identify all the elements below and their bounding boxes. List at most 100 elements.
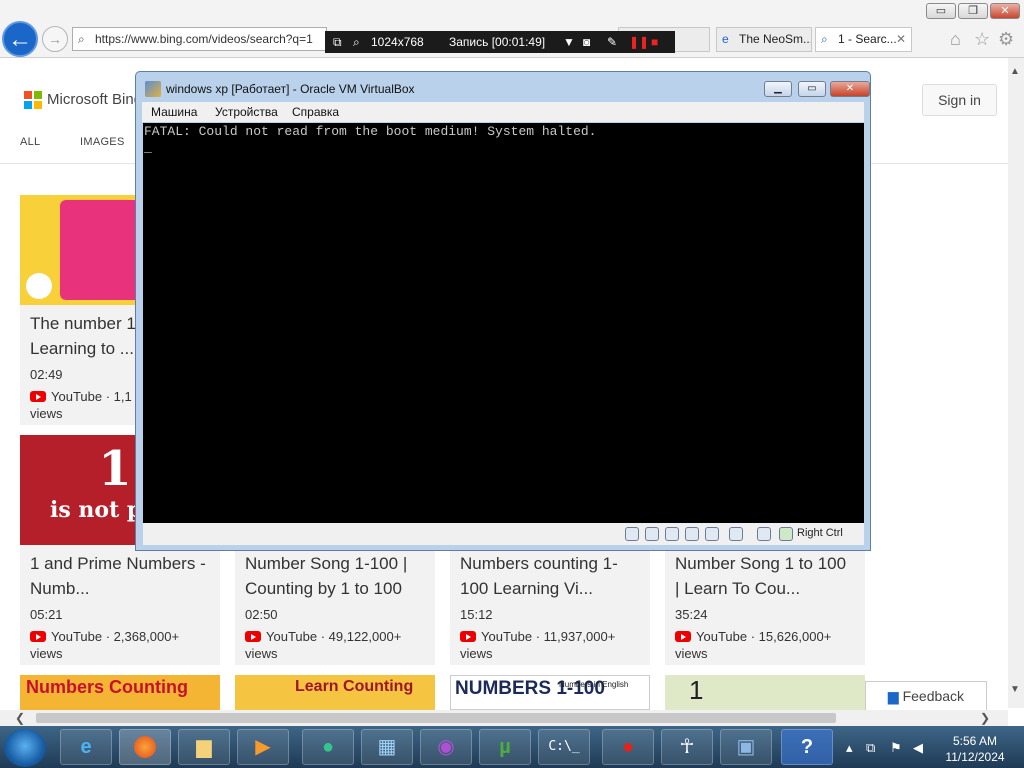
chat-icon[interactable]: ● (302, 729, 354, 765)
youtube-icon (675, 631, 691, 642)
video-source: YouTube · 11,937,000+ views (460, 628, 640, 662)
close-button[interactable]: ✕ (990, 3, 1020, 19)
vm-screen[interactable]: FATAL: Could not read from the boot medi… (143, 123, 864, 523)
person-icon[interactable]: ☥ (661, 729, 713, 765)
hard-disk-icon[interactable] (625, 527, 639, 541)
forward-button[interactable]: → (42, 26, 68, 52)
microsoft-logo-icon[interactable] (24, 91, 42, 109)
chevron-down-icon[interactable]: ▼ (563, 31, 575, 53)
help-icon[interactable]: ? (781, 729, 833, 765)
tab-bing-search[interactable]: ⌕ 1 - Searc... ✕ (815, 27, 912, 52)
sign-in-button[interactable]: Sign in (922, 84, 997, 116)
window-icon[interactable]: ⧉ (333, 31, 342, 53)
stop-icon[interactable]: ■ (651, 31, 658, 53)
feedback-icon: ▆ (887, 688, 903, 704)
video-title[interactable]: Number Song 1 to 100 | Learn To Cou... (675, 551, 855, 601)
virtualbox-taskbar-icon[interactable]: ▣ (720, 729, 772, 765)
gear-icon[interactable]: ⚙ (998, 29, 1014, 50)
tray-network-icon[interactable]: ⧉ (866, 740, 875, 756)
virtualbox-icon (145, 81, 161, 97)
brand-name[interactable]: Microsoft Bing (47, 91, 142, 108)
minimize-button[interactable]: ▭ (926, 3, 956, 19)
source-text: YouTube · 1,1 (51, 389, 132, 404)
vm-minimize-button[interactable]: ▁ (764, 81, 792, 97)
video-thumbnail[interactable]: 1 (665, 675, 865, 710)
views-text: views (245, 646, 278, 661)
video-title[interactable]: 1 and Prime Numbers - Numb... (30, 551, 210, 601)
utorrent-icon[interactable]: µ (479, 729, 531, 765)
zoom-icon[interactable]: ⌕ (353, 31, 360, 53)
thumb-subcaption: Numbers in English (559, 680, 629, 689)
clock-time: 5:56 AM (952, 734, 998, 748)
scroll-down-icon[interactable]: ▼ (1010, 684, 1020, 695)
media-player-icon[interactable]: ▶ (237, 729, 289, 765)
red-app-icon[interactable]: ● (602, 729, 654, 765)
shared-folder-icon[interactable] (705, 527, 719, 541)
camera-icon[interactable]: ◙ (583, 31, 590, 53)
network-icon[interactable] (685, 527, 699, 541)
views-text: views (675, 646, 708, 661)
usb-icon[interactable] (665, 527, 679, 541)
cpu-icon[interactable] (729, 527, 743, 541)
close-tab-icon[interactable]: ✕ (896, 28, 906, 51)
scroll-thumb[interactable] (36, 713, 836, 723)
tray-volume-icon[interactable]: ◀ (913, 740, 923, 756)
nav-all[interactable]: ALL (20, 136, 40, 148)
vm-menubar: Машина Устройства Справка (142, 102, 864, 122)
internet-explorer-icon[interactable]: e (60, 729, 112, 765)
video-title[interactable]: Numbers counting 1-100 Learning Vi... (460, 551, 640, 601)
video-thumbnail[interactable]: Numbers Counting (20, 675, 220, 710)
scroll-up-icon[interactable]: ▲ (1010, 66, 1020, 77)
tab-neosmart[interactable]: e The NeoSm... (716, 27, 812, 52)
tray-flag-icon[interactable]: ⚑ (890, 740, 902, 756)
clock[interactable]: 5:56 AM 11/12/2024 (930, 733, 1020, 765)
video-title[interactable]: Number Song 1-100 | Counting by 1 to 100 (245, 551, 425, 601)
source-text: YouTube · 11,937,000+ (481, 629, 616, 644)
vm-close-button[interactable]: ✕ (830, 81, 870, 97)
vm-statusbar: Right Ctrl (143, 523, 864, 545)
remote-desktop-icon[interactable]: ▦ (361, 729, 413, 765)
thumb-caption: Numbers Counting (26, 677, 188, 697)
views-text: views (460, 646, 493, 661)
source-text: YouTube · 49,122,000+ (266, 629, 402, 644)
boot-error-message: FATAL: Could not read from the boot medi… (144, 124, 597, 139)
scroll-right-icon[interactable]: ❯ (980, 711, 990, 725)
start-button[interactable] (4, 729, 46, 767)
folder-icon[interactable]: ▆ (178, 729, 230, 765)
tray-chevron-icon[interactable]: ▴ (846, 740, 853, 756)
mask-icon[interactable]: ◉ (420, 729, 472, 765)
home-icon[interactable]: ⌂ (950, 29, 961, 50)
views-text: views (30, 406, 63, 421)
feedback-label: Feedback (902, 688, 965, 704)
optical-drive-icon[interactable] (645, 527, 659, 541)
firefox-icon[interactable] (119, 729, 171, 765)
number-character-image (60, 200, 140, 300)
menu-help[interactable]: Справка (292, 105, 339, 119)
video-source: YouTube · 2,368,000+ views (30, 628, 210, 662)
scroll-left-icon[interactable]: ❮ (15, 711, 25, 725)
video-duration: 05:21 (30, 607, 63, 622)
pause-icon[interactable]: ❚❚ (629, 31, 649, 53)
horizontal-scrollbar[interactable]: ❮ ❯ (0, 710, 1008, 726)
feedback-button[interactable]: ▆ Feedback (865, 681, 987, 711)
star-icon[interactable]: ☆ (974, 29, 990, 50)
menu-devices[interactable]: Устройства (215, 105, 278, 119)
vm-maximize-button[interactable]: ▭ (798, 81, 826, 97)
address-bar[interactable]: ⌕ https://www.bing.com/videos/search?q=1 (72, 27, 327, 51)
recorder-resolution: 1024x768 (371, 35, 424, 49)
video-thumbnail[interactable]: NUMBERS 1-100 Numbers in English (450, 675, 650, 710)
pencil-icon[interactable]: ✎ (607, 31, 617, 53)
mascot-image (26, 273, 52, 299)
mouse-integration-icon[interactable] (757, 527, 771, 541)
command-prompt-icon[interactable]: C:\_ (538, 729, 590, 765)
host-key-icon (779, 527, 793, 541)
virtualbox-window[interactable]: windows xp [Работает] - Oracle VM Virtua… (135, 71, 871, 551)
restore-button[interactable]: ❐ (958, 3, 988, 19)
vertical-scrollbar[interactable]: ▲ ▼ (1008, 58, 1024, 708)
back-button[interactable]: ← (2, 21, 38, 57)
nav-images[interactable]: IMAGES (80, 136, 125, 148)
thumb-caption: 1 (689, 675, 704, 705)
menu-machine[interactable]: Машина (151, 105, 197, 119)
video-thumbnail[interactable]: Learn Counting (235, 675, 435, 710)
tab-label: The NeoSm... (739, 32, 812, 46)
